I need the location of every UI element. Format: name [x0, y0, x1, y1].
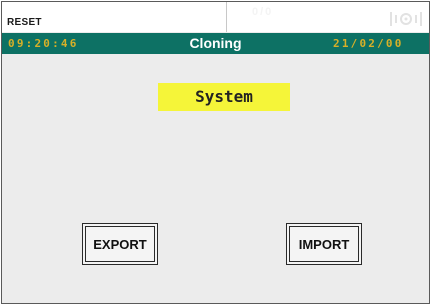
status-strip: RESET 0/0 — [2, 2, 429, 32]
export-button-label: EXPORT — [85, 226, 155, 262]
export-button[interactable]: EXPORT — [82, 223, 158, 265]
radio-signal-icon — [390, 12, 422, 26]
hmi-screen: RESET 0/0 09:20:46 Cloning 21/02/00 Syst… — [1, 1, 430, 304]
import-button[interactable]: IMPORT — [286, 223, 362, 265]
import-button-label: IMPORT — [289, 226, 359, 262]
alarm-counter: 0/0 — [252, 6, 274, 18]
reset-label[interactable]: RESET — [7, 17, 42, 28]
section-label: System — [158, 83, 290, 111]
clock-date: 21/02/00 — [333, 37, 404, 50]
strip-divider — [226, 2, 227, 32]
